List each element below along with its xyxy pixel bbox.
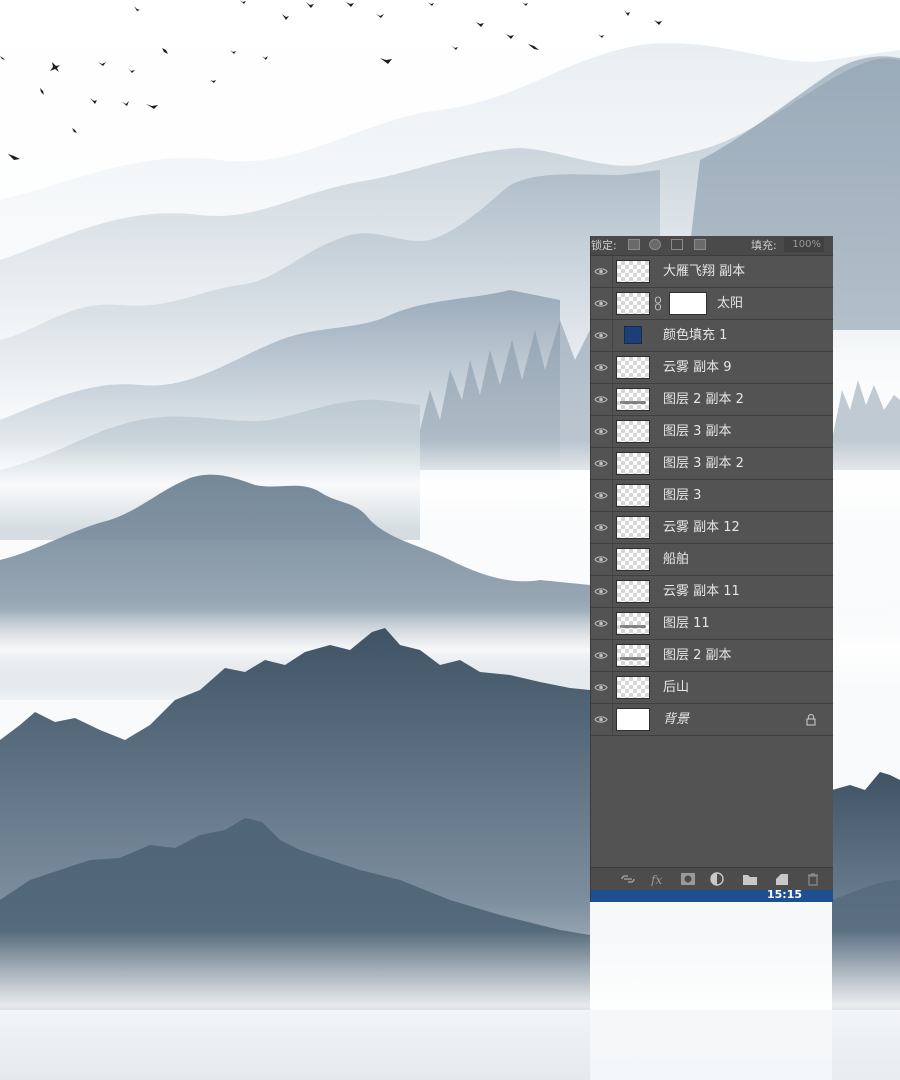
layer-row[interactable]: 图层 3 副本 2 [591,448,833,480]
new-group-icon[interactable] [741,872,759,886]
eye-icon[interactable] [591,384,613,415]
lock-image-pixels-icon[interactable] [649,239,661,250]
layer-name: 图层 3 副本 2 [663,456,744,471]
layer-row[interactable]: 背景 [591,704,833,736]
layer-name: 太阳 [717,296,744,311]
fill-label: 填充: [751,239,777,252]
layer-thumbnail [616,644,650,667]
layer-thumbnail [616,708,650,731]
layer-thumbnail [616,484,650,507]
layer-thumbnail [616,292,650,315]
layer-name: 船舶 [663,552,690,567]
color-fill-swatch[interactable] [624,326,642,344]
layer-row[interactable]: 颜色填充 1 [591,320,833,352]
fill-input[interactable]: 100% [784,237,824,252]
add-mask-icon[interactable] [679,872,697,886]
eye-icon[interactable] [591,544,613,575]
layer-row[interactable]: 图层 3 [591,480,833,512]
eye-icon[interactable] [591,512,613,543]
layer-name: 图层 3 [663,488,702,503]
layer-row[interactable]: 云雾 副本 11 [591,576,833,608]
lock-position-icon[interactable] [671,239,683,250]
layer-thumbnail [616,388,650,411]
layer-thumbnail [616,580,650,603]
layer-thumbnail [616,676,650,699]
layer-name: 图层 2 副本 [663,648,732,663]
layer-thumbnail [616,516,650,539]
layer-thumbnail [616,420,650,443]
svg-text:fx: fx [650,873,662,886]
eye-icon[interactable] [591,352,613,383]
layer-row[interactable]: 图层 2 副本 2 [591,384,833,416]
layer-thumbnail [616,548,650,571]
eye-icon[interactable] [591,640,613,671]
layer-name: 图层 2 副本 2 [663,392,744,407]
eye-icon[interactable] [591,672,613,703]
layer-name: 大雁飞翔 副本 [663,264,746,279]
layer-row[interactable]: 太阳 [591,288,833,320]
clock-time: 15:15 [767,888,803,901]
layer-thumbnail [616,452,650,475]
layer-row[interactable]: 云雾 副本 9 [591,352,833,384]
layer-name: 后山 [663,680,690,695]
layer-row[interactable]: 船舶 [591,544,833,576]
eye-icon[interactable] [591,288,613,319]
eye-icon[interactable] [591,416,613,447]
layer-name: 图层 11 [663,616,710,631]
chain-icon[interactable] [654,296,662,311]
layer-name: 云雾 副本 9 [663,360,732,375]
layers-panel: 锁定: 填充: 100% 大雁飞翔 副本太阳颜色填充 1 云雾 副本 9 图层 2 … [590,236,833,902]
layer-row[interactable]: 云雾 副本 12 [591,512,833,544]
eye-icon[interactable] [591,448,613,479]
layer-name: 云雾 副本 12 [663,520,740,535]
layer-row[interactable]: 图层 2 副本 [591,640,833,672]
layer-thumbnail [616,324,650,347]
layer-thumbnail [616,356,650,379]
eye-icon[interactable] [591,320,613,351]
layer-row[interactable]: 后山 [591,672,833,704]
layer-row[interactable]: 图层 11 [591,608,833,640]
lock-transparent-pixels-icon[interactable] [628,239,640,250]
layer-name: 图层 3 副本 [663,424,732,439]
layer-thumbnail [616,260,650,283]
new-layer-icon[interactable] [773,872,791,886]
eye-icon[interactable] [591,576,613,607]
layer-row[interactable]: 大雁飞翔 副本 [591,256,833,288]
lock-all-icon[interactable] [694,239,706,250]
taskbar-strip: 15:15 [591,888,833,902]
layer-list: 大雁飞翔 副本太阳颜色填充 1 云雾 副本 9 图层 2 副本 2 图层 3 副本 图层… [591,256,833,736]
eye-icon[interactable] [591,480,613,511]
fx-icon[interactable]: fx [649,872,667,886]
layer-name: 云雾 副本 11 [663,584,740,599]
eye-icon[interactable] [591,608,613,639]
eye-icon[interactable] [591,704,613,735]
lock-icon[interactable] [805,713,817,726]
layer-mask-thumbnail[interactable] [669,292,707,315]
adjustment-layer-icon[interactable] [709,872,727,886]
link-layers-icon[interactable] [619,872,637,886]
layer-thumbnail [616,612,650,635]
layers-panel-toolbar: 锁定: 填充: 100% [591,236,833,256]
trash-icon[interactable] [804,872,822,886]
layer-name: 背景 [663,712,690,727]
layer-row[interactable]: 图层 3 副本 [591,416,833,448]
layer-name: 颜色填充 1 [663,328,728,343]
eye-icon[interactable] [591,256,613,287]
lock-label: 锁定: [591,239,617,252]
